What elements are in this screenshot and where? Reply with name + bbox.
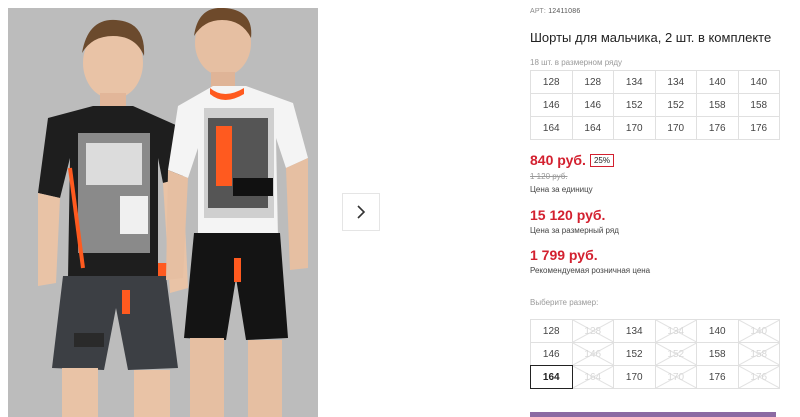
size-option-label: 140 [708,325,726,337]
series-size-row: 146 146 152 152 158 158 [530,93,780,117]
product-photo[interactable] [8,8,318,417]
size-option-label: 170 [667,371,685,383]
series-size-cell: 158 [737,93,780,117]
size-option[interactable]: 164 [530,365,573,389]
series-size-table: 128 128 134 134 140 140 146 146 152 152 158 158 164 1… [530,70,780,140]
series-size-cell: 152 [654,93,697,117]
product-gallery [0,0,500,417]
series-size-cell: 170 [654,116,697,140]
size-option-label: 140 [750,325,768,337]
size-option[interactable]: 128 [530,319,573,343]
series-size-cell: 128 [571,70,614,94]
size-option[interactable]: 158 [696,342,739,366]
article-label: АРТ: [530,8,547,15]
series-price: 15 120 руб. [530,207,606,223]
size-option-unavailable: 158 [737,342,780,366]
article-number: АРТ: 12411086 [530,8,580,15]
size-option[interactable]: 152 [613,342,656,366]
series-size-cell: 140 [737,70,780,94]
size-option-unavailable: 140 [737,319,780,343]
article-value: 12411086 [548,8,581,15]
size-option-label: 152 [667,348,685,360]
series-size-row: 164 164 170 170 176 176 [530,116,780,140]
size-option-unavailable: 152 [654,342,697,366]
size-option-label: 146 [584,348,602,360]
size-option[interactable]: 140 [696,319,739,343]
size-option-label: 134 [667,325,685,337]
size-option-unavailable: 176 [737,365,780,389]
rrp-price: 1 799 руб. [530,247,598,263]
discount-badge: 25% [589,153,614,167]
series-size-cell: 146 [571,93,614,117]
size-option-label: 146 [542,348,560,360]
series-note: 18 шт. в размерном ряду [530,58,623,67]
size-option-unavailable: 134 [654,319,697,343]
size-option-label: 170 [625,371,643,383]
series-size-cell: 134 [654,70,697,94]
unit-price-label: Цена за единицу [530,185,593,194]
series-size-cell: 128 [530,70,573,94]
size-picker-label: Выберите размер: [530,298,599,307]
size-picker: 128 128 134 134 140 140 146 146 152 152 158 158 164 1… [530,319,780,389]
old-price: 1 120 руб. [530,172,568,181]
series-size-cell: 176 [696,116,739,140]
size-option-unavailable: 170 [654,365,697,389]
series-price-label: Цена за размерный ряд [530,226,619,235]
series-size-cell: 140 [696,70,739,94]
series-size-cell: 176 [737,116,780,140]
current-price: 840 руб. [530,152,586,168]
size-option-label: 128 [542,325,560,337]
add-to-cart-button[interactable] [530,412,776,417]
size-option-label: 128 [584,325,602,337]
size-option[interactable]: 176 [696,365,739,389]
series-size-row: 128 128 134 134 140 140 [530,70,780,94]
product-title: Шорты для мальчика, 2 шт. в комплекте [530,30,772,45]
size-option[interactable]: 146 [530,342,573,366]
series-size-cell: 134 [613,70,656,94]
series-size-cell: 164 [530,116,573,140]
series-size-cell: 164 [571,116,614,140]
series-size-cell: 170 [613,116,656,140]
gallery-next-button[interactable] [342,193,380,231]
series-size-cell: 152 [613,93,656,117]
size-option-unavailable: 164 [571,365,614,389]
series-size-cell: 146 [530,93,573,117]
product-info-panel: АРТ: 12411086 Шорты для мальчика, 2 шт. … [530,0,800,417]
size-option-label: 158 [750,348,768,360]
size-option[interactable]: 170 [613,365,656,389]
size-option-unavailable: 146 [571,342,614,366]
size-option-label: 164 [542,371,560,383]
product-photo-illustration [8,8,318,417]
size-option-label: 176 [708,371,726,383]
rrp-price-label: Рекомендуемая розничная цена [530,266,651,275]
size-option[interactable]: 134 [613,319,656,343]
price-row: 840 руб. 25% [530,152,614,168]
size-option-label: 176 [750,371,768,383]
size-option-unavailable: 128 [571,319,614,343]
size-option-label: 164 [584,371,602,383]
size-option-label: 158 [708,348,726,360]
chevron-right-icon [357,205,366,219]
series-size-cell: 158 [696,93,739,117]
size-option-label: 152 [625,348,643,360]
size-option-label: 134 [625,325,643,337]
